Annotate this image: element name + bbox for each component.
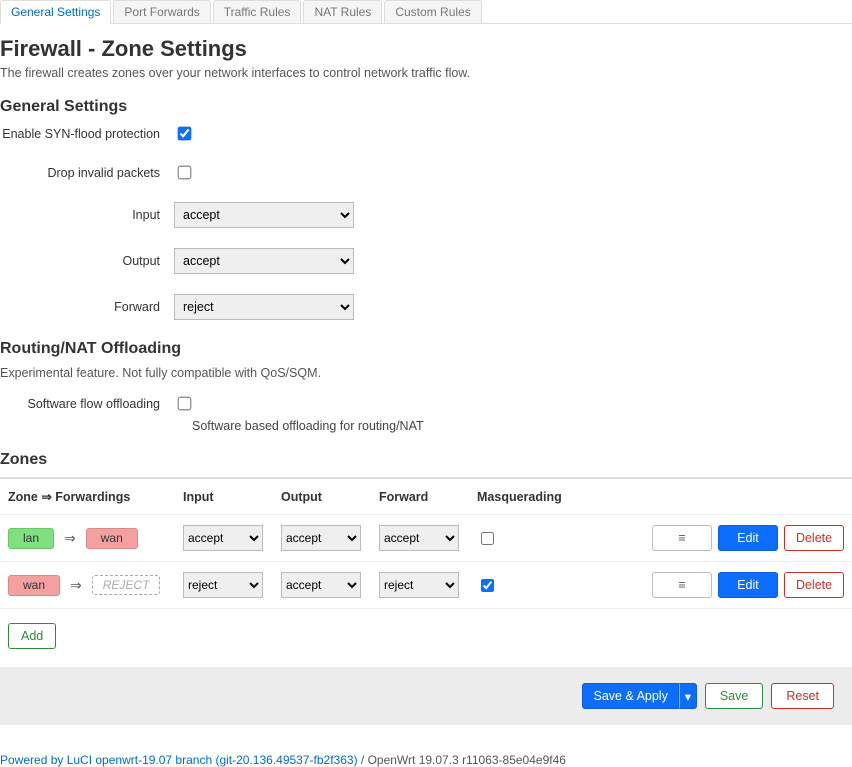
tab-traffic-rules[interactable]: Traffic Rules — [213, 0, 302, 23]
zone-output-select[interactable]: acceptrejectdrop — [281, 572, 361, 598]
output-select[interactable]: acceptrejectdrop — [174, 248, 354, 274]
tab-custom-rules[interactable]: Custom Rules — [384, 0, 481, 23]
input-label: Input — [0, 208, 174, 222]
zone-masq-checkbox[interactable] — [481, 532, 494, 545]
zone-forward-select[interactable]: acceptrejectdrop — [379, 572, 459, 598]
add-zone-button[interactable]: Add — [8, 623, 56, 649]
tab-nat-rules[interactable]: NAT Rules — [303, 0, 382, 23]
drop-invalid-checkbox[interactable] — [178, 166, 192, 180]
zones-heading: Zones — [0, 451, 852, 469]
col-forward: Forward — [379, 490, 477, 504]
input-select[interactable]: acceptrejectdrop — [174, 202, 354, 228]
delete-zone-button[interactable]: Delete — [784, 572, 844, 598]
syn-flood-label: Enable SYN-flood protection — [0, 127, 174, 141]
tab-general-settings[interactable]: General Settings — [0, 0, 111, 24]
zone-badge-lan: lan — [8, 528, 54, 549]
output-label: Output — [0, 254, 174, 268]
zones-header-row: Zone ⇒ Forwardings Input Output Forward … — [0, 479, 852, 515]
drag-handle-icon[interactable]: ≡ — [652, 525, 712, 551]
col-zone: Zone ⇒ Forwardings — [8, 489, 183, 504]
software-offload-label: Software flow offloading — [0, 397, 174, 411]
zone-forward-select[interactable]: acceptrejectdrop — [379, 525, 459, 551]
forward-select[interactable]: acceptrejectdrop — [174, 294, 354, 320]
forward-label: Forward — [0, 300, 174, 314]
footer-tail: / OpenWrt 19.07.3 r11063-85e04e9f46 — [358, 753, 566, 767]
zone-output-select[interactable]: acceptrejectdrop — [281, 525, 361, 551]
offload-description: Experimental feature. Not fully compatib… — [0, 366, 852, 380]
software-offload-checkbox[interactable] — [178, 397, 192, 411]
save-apply-dropdown[interactable]: ▾ — [679, 683, 697, 709]
reset-button[interactable]: Reset — [771, 683, 834, 709]
zone-badge-wan: wan — [8, 575, 60, 596]
save-button[interactable]: Save — [705, 683, 764, 709]
delete-zone-button[interactable]: Delete — [784, 525, 844, 551]
offload-heading: Routing/NAT Offloading — [0, 340, 852, 358]
zone-row: lan ⇒ wan acceptrejectdrop acceptrejectdrop a… — [0, 515, 852, 562]
footer-link[interactable]: Powered by LuCI openwrt-19.07 branch (gi… — [0, 753, 358, 767]
zone-input-select[interactable]: acceptrejectdrop — [183, 572, 263, 598]
zone-badge-wan: wan — [86, 528, 138, 549]
action-bar: Save & Apply ▾ Save Reset — [0, 667, 852, 725]
save-apply-button[interactable]: Save & Apply — [582, 683, 678, 709]
edit-zone-button[interactable]: Edit — [718, 572, 778, 598]
page-description: The firewall creates zones over your net… — [0, 66, 852, 80]
tab-port-forwards[interactable]: Port Forwards — [113, 0, 210, 23]
edit-zone-button[interactable]: Edit — [718, 525, 778, 551]
forward-arrow-icon: ⇒ — [64, 530, 76, 547]
drag-handle-icon[interactable]: ≡ — [652, 572, 712, 598]
zone-input-select[interactable]: acceptrejectdrop — [183, 525, 263, 551]
col-masq: Masquerading — [477, 490, 607, 504]
syn-flood-checkbox[interactable] — [178, 127, 192, 141]
tab-bar: General SettingsPort ForwardsTraffic Rul… — [0, 0, 852, 24]
software-offload-hint: Software based offloading for routing/NA… — [192, 419, 852, 433]
col-input: Input — [183, 490, 281, 504]
zone-masq-checkbox[interactable] — [481, 579, 494, 592]
forward-arrow-icon: ⇒ — [70, 577, 82, 594]
page-title: Firewall - Zone Settings — [0, 36, 852, 62]
zone-badge-reject: REJECT — [92, 575, 161, 595]
general-settings-heading: General Settings — [0, 98, 852, 116]
zones-table: Zone ⇒ Forwardings Input Output Forward … — [0, 477, 852, 609]
col-output: Output — [281, 490, 379, 504]
footer: Powered by LuCI openwrt-19.07 branch (gi… — [0, 753, 852, 767]
zone-row: wan ⇒ REJECT acceptrejectdrop acceptrejectdr… — [0, 562, 852, 609]
drop-invalid-label: Drop invalid packets — [0, 166, 174, 180]
